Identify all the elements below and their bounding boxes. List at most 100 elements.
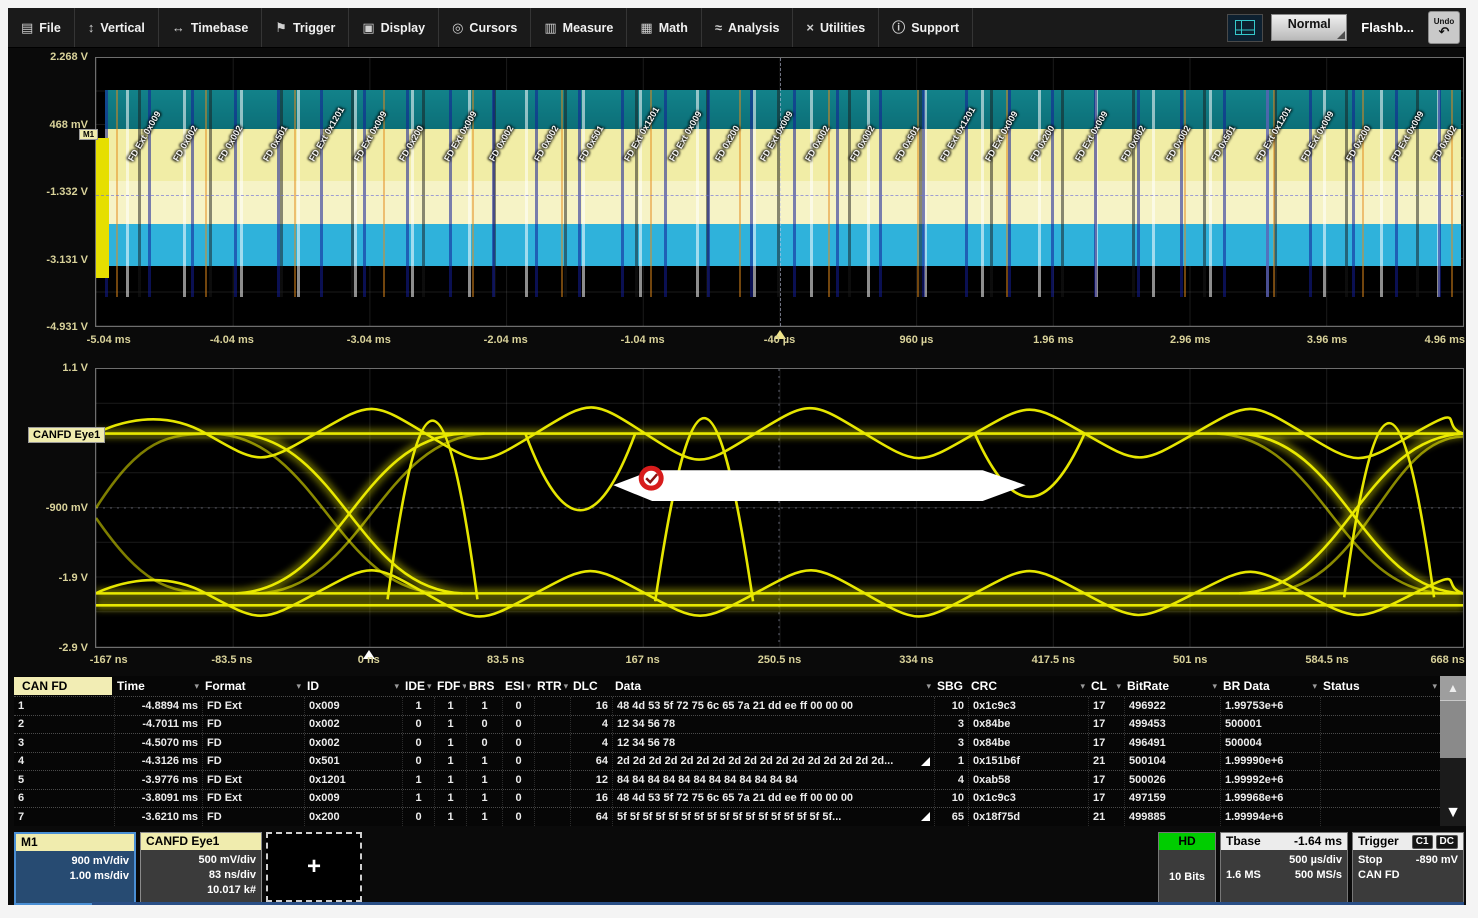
x-axis-label: 417.5 ns — [1032, 654, 1075, 666]
cell-fdf: 1 — [434, 771, 466, 789]
column-filter-icon[interactable]: ▾ — [564, 681, 569, 692]
cell-crc: 0x18f75d — [968, 808, 1088, 826]
cell-cl: 17 — [1088, 771, 1124, 789]
menu-bar: ▤ File ↕ Vertical ↔ Timebase ⚑ Trigger — [8, 8, 1466, 48]
column-filter-icon[interactable]: ▾ — [526, 681, 531, 692]
x-axis-label: 250.5 ns — [758, 654, 801, 666]
column-header[interactable]: CRC ▾ — [968, 679, 1088, 693]
column-filter-icon[interactable]: ▾ — [1080, 681, 1085, 692]
cell-brs: 1 — [466, 753, 502, 771]
menu-item[interactable]: ▥ Measure — [531, 8, 627, 47]
grid-style-dropdown[interactable]: Normal — [1271, 14, 1347, 41]
table-row[interactable]: 4 -4.3126 ms FD 0x501 0 1 1 0 64 2d 2d 2… — [14, 752, 1440, 771]
column-header[interactable]: BitRate ▾ — [1124, 679, 1220, 693]
eye-diagram-trace — [96, 369, 1463, 647]
column-header[interactable]: BRS — [466, 679, 502, 693]
canfd-eye1-trace-tag[interactable]: CANFD Eye1 — [28, 427, 105, 443]
column-header[interactable]: Format ▾ — [202, 679, 304, 693]
column-filter-icon[interactable]: ▾ — [926, 681, 931, 692]
column-header[interactable]: BR Data ▾ — [1220, 679, 1320, 693]
canfd-decode-table: CAN FD Time ▾ Format ▾ ID ▾ — [14, 676, 1440, 826]
column-filter-icon[interactable]: ▾ — [394, 681, 399, 692]
flashback-button[interactable]: Flashb... — [1355, 20, 1420, 35]
cell-crc: 0x1c9c3 — [968, 790, 1088, 808]
eye-diagram-grid[interactable] — [95, 368, 1464, 648]
hd-mode-box[interactable]: HD 10 Bits — [1158, 832, 1216, 905]
scroll-down-button[interactable]: ▼ — [1440, 800, 1466, 826]
cell-dlc: 4 — [570, 734, 612, 752]
scroll-up-button[interactable]: ▲ — [1440, 676, 1466, 700]
cell-fdf: 1 — [434, 753, 466, 771]
column-header-label: FDF — [437, 679, 460, 693]
cell-sbg: 3 — [934, 716, 968, 734]
cell-rtr — [534, 790, 570, 808]
scope-app: ▤ File ↕ Vertical ↔ Timebase ⚑ Trigger — [8, 8, 1466, 905]
menu-item[interactable]: ▦ Math — [627, 8, 701, 47]
column-header[interactable]: SBG — [934, 679, 968, 693]
cell-sbg: 1 — [934, 753, 968, 771]
menu-item[interactable]: ▣ Display — [349, 8, 439, 47]
column-header[interactable]: DLC — [570, 679, 612, 693]
menu-item[interactable]: ↔ Timebase — [159, 8, 262, 47]
table-row[interactable]: 1 -4.8894 ms FD Ext 0x009 1 1 1 0 16 48 … — [14, 696, 1440, 715]
y-axis-label: 2.268 V — [50, 51, 88, 63]
column-header[interactable]: Status ▾ — [1320, 679, 1440, 693]
table-row[interactable]: 5 -3.9776 ms FD Ext 0x1201 1 1 1 0 12 84… — [14, 770, 1440, 789]
trigger-box[interactable]: Trigger C1 DC Stop -890 mV CAN FD — [1352, 832, 1464, 905]
menu-item-icon: ▣ — [362, 21, 374, 34]
eye1-descriptor-box[interactable]: CANFD Eye1 500 mV/div 83 ns/div 10.017 k… — [140, 832, 262, 905]
column-filter-icon[interactable]: ▾ — [1432, 681, 1437, 692]
column-header[interactable]: CL ▾ — [1088, 679, 1124, 693]
menu-item[interactable]: ↕ Vertical — [75, 8, 159, 47]
trigger-coupling-badge: DC — [1436, 835, 1458, 849]
column-header-label: ID — [307, 679, 319, 693]
table-scrollbar[interactable]: ▲ ▼ — [1440, 676, 1466, 826]
m1-descriptor-box[interactable]: M1 900 mV/div 1.00 ms/div — [14, 832, 136, 905]
cell-status — [1320, 790, 1440, 808]
column-header[interactable]: ID ▾ — [304, 679, 402, 693]
expand-frame-icon[interactable] — [921, 757, 930, 766]
menu-item[interactable]: ◎ Cursors — [439, 8, 531, 47]
x-axis-label: 83.5 ns — [487, 654, 524, 666]
column-filter-icon[interactable]: ▾ — [1212, 681, 1217, 692]
m1-trace-tag[interactable]: M1 — [79, 129, 98, 140]
column-header[interactable]: FDF ▾ — [434, 679, 466, 693]
column-filter-icon[interactable]: ▾ — [1312, 681, 1317, 692]
column-header[interactable]: Data ▾ — [612, 679, 934, 693]
menu-item-icon: ↕ — [88, 21, 95, 34]
menu-item[interactable]: ⓘ Support — [879, 8, 973, 47]
menu-item[interactable]: × Utilities — [793, 8, 879, 47]
expand-frame-icon[interactable] — [921, 812, 930, 821]
scrollbar-track[interactable] — [1440, 758, 1466, 800]
cell-ide: 0 — [402, 734, 434, 752]
y-axis-label: -1.332 V — [46, 186, 88, 198]
menu-item[interactable]: ≈ Analysis — [702, 8, 794, 47]
column-header[interactable]: RTR ▾ — [534, 679, 570, 693]
menu-item[interactable]: ▤ File — [8, 8, 75, 47]
x-axis-label: -3.04 ms — [347, 334, 391, 346]
grid-mode-button[interactable] — [1227, 14, 1263, 42]
menu-item[interactable]: ⚑ Trigger — [262, 8, 349, 47]
x-axis-label: 1.96 ms — [1033, 334, 1073, 346]
table-row[interactable]: 3 -4.5070 ms FD 0x002 0 1 0 0 4 12 34 56… — [14, 733, 1440, 752]
column-filter-icon[interactable]: ▾ — [296, 681, 301, 692]
scrollbar-thumb[interactable] — [1440, 700, 1466, 758]
cell-data: 12 34 56 78 — [612, 734, 934, 752]
table-row[interactable]: 7 -3.6210 ms FD 0x200 0 1 1 0 64 5f 5f 5… — [14, 807, 1440, 826]
undo-button[interactable]: Undo ↶ — [1428, 11, 1460, 44]
column-filter-icon[interactable]: ▾ — [427, 681, 432, 692]
column-filter-icon[interactable]: ▾ — [1116, 681, 1121, 692]
column-header[interactable]: ESI ▾ — [502, 679, 534, 693]
cell-esi: 0 — [502, 697, 534, 715]
column-header[interactable]: IDE ▾ — [402, 679, 434, 693]
add-trace-button[interactable]: + — [266, 832, 362, 902]
table-row[interactable]: 6 -3.8091 ms FD Ext 0x009 1 1 1 0 16 48 … — [14, 789, 1440, 808]
column-header[interactable]: Time ▾ — [114, 679, 202, 693]
can-fd-tab[interactable]: CAN FD — [14, 677, 112, 695]
timebase-box[interactable]: Tbase -1.64 ms 500 µs/div 1.6 MS 500 MS/… — [1220, 832, 1348, 905]
column-filter-icon[interactable]: ▾ — [194, 681, 199, 692]
waveform-grid[interactable]: FD Ext 0x009FD 0x002FD 0x002FD 0x501FD E… — [95, 57, 1464, 327]
cell-status — [1320, 808, 1440, 826]
column-header-label: CL — [1091, 679, 1107, 693]
table-row[interactable]: 2 -4.7011 ms FD 0x002 0 1 0 0 4 12 34 56… — [14, 715, 1440, 734]
